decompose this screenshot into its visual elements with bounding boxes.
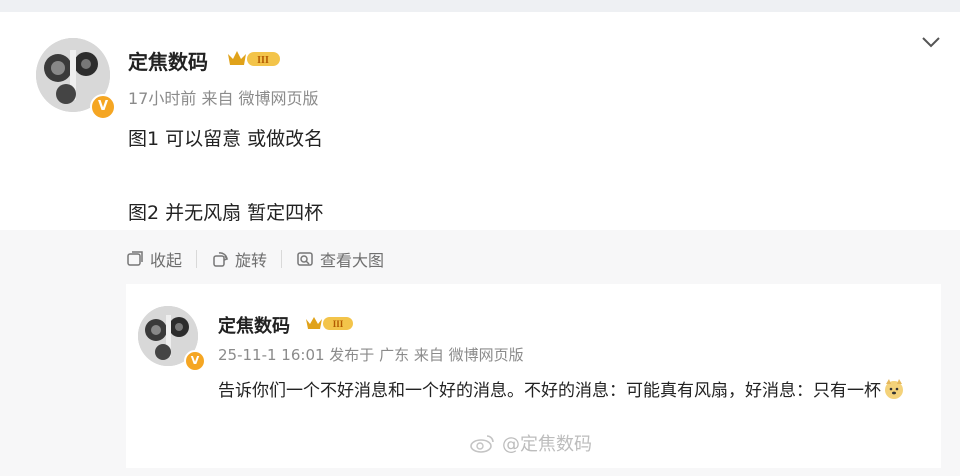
level-text: III [257, 55, 269, 66]
collapse-button[interactable]: 收起 [126, 247, 182, 271]
author-name[interactable]: 定焦数码 [128, 46, 208, 75]
quoted-post-text: 告诉你们一个不好消息和一个好的消息。不好的消息：可能真有风扇，好消息：只有一杯 [218, 376, 924, 406]
post-text-line-1: 图1 可以留意 或做改名 [128, 128, 324, 150]
rotate-icon [213, 252, 229, 267]
doge-emoji-icon [885, 379, 903, 399]
collapse-icon [127, 251, 143, 266]
divider [196, 250, 198, 268]
post-meta: 17小时前 来自 微博网页版 [128, 89, 319, 108]
quoted-post-meta: 25-11-1 16:01 发布于 广东 来自 微博网页版 [218, 346, 524, 364]
view-large-button[interactable]: 查看大图 [296, 247, 384, 271]
rotate-label: 旋转 [235, 251, 268, 270]
post-text-line-2: 图2 并无风扇 暂定四杯 [128, 202, 324, 224]
rotate-button[interactable]: 旋转 [211, 247, 267, 271]
collapse-label: 收起 [150, 251, 183, 270]
view-large-label: 查看大图 [320, 251, 385, 270]
quoted-author-name[interactable]: 定焦数码 [218, 312, 290, 338]
divider [281, 250, 283, 268]
verified-badge-icon: V [184, 350, 206, 372]
watermark-text: @定焦数码 [502, 434, 592, 455]
user-level-badge-icon: III [226, 48, 282, 74]
media-action-bar: 收起 旋转 查看大图 [126, 247, 384, 271]
level-text: III [333, 319, 344, 329]
chevron-down-icon[interactable] [920, 34, 942, 50]
weibo-watermark: @定焦数码 [470, 430, 592, 456]
view-large-image-icon [297, 252, 313, 266]
weibo-logo-icon [470, 435, 494, 453]
verified-badge-icon: V [90, 94, 116, 120]
user-level-badge-icon: III [304, 314, 354, 338]
quoted-text-content: 告诉你们一个不好消息和一个好的消息。不好的消息：可能真有风扇，好消息：只有一杯 [218, 381, 881, 401]
